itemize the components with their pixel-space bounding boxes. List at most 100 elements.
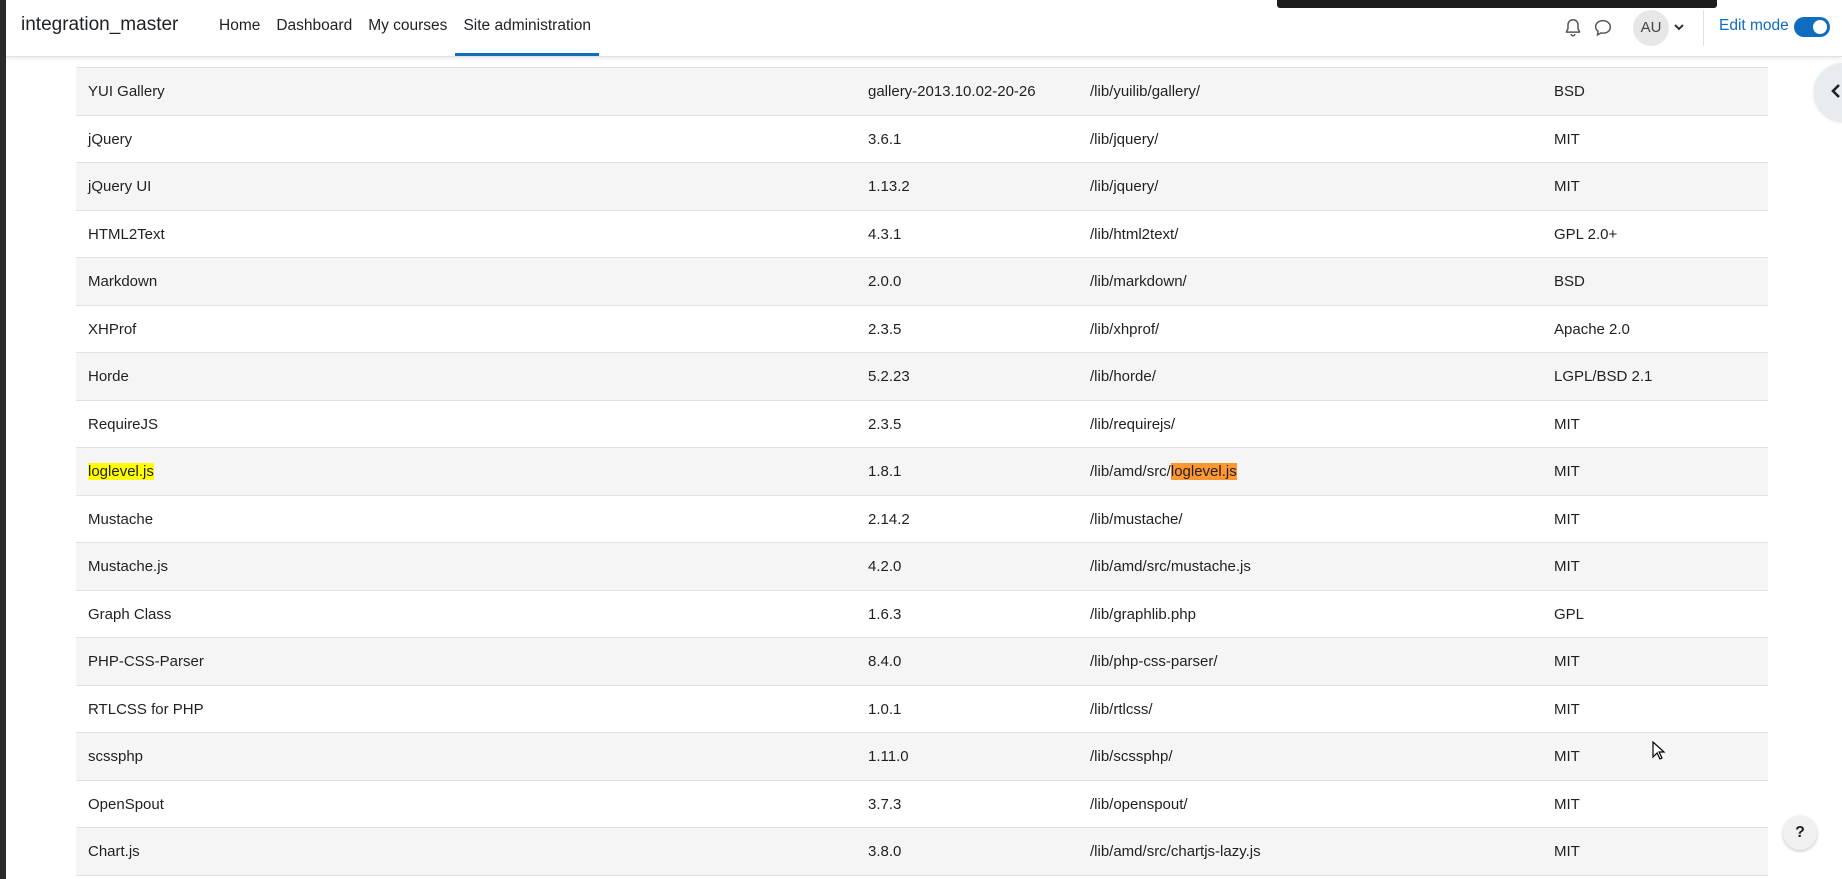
table-row: Markdown 2.0.0 /lib/markdown/ BSD	[76, 258, 1768, 306]
table-row: Mustache.js 4.2.0 /lib/amd/src/mustache.…	[76, 543, 1768, 591]
table-row: jQuery 3.6.1 /lib/jquery/ MIT	[76, 115, 1768, 163]
primary-navigation: Home Dashboard My courses Site administr…	[211, 0, 599, 56]
table-row: RTLCSS for PHP 1.0.1 /lib/rtlcss/ MIT	[76, 685, 1768, 733]
library-location: /lib/markdown/	[1090, 273, 1187, 290]
library-name: Markdown	[88, 273, 158, 290]
library-version: 2.3.5	[868, 320, 902, 338]
library-version: 4.2.0	[868, 558, 902, 575]
library-name: Chart.js	[88, 843, 140, 860]
open-block-drawer-button[interactable]	[1814, 63, 1842, 121]
library-version: 2.0.0	[868, 273, 902, 290]
library-version: 2.14.2	[868, 510, 910, 528]
toast-notification	[1277, 0, 1717, 8]
library-version: 5.2.23	[868, 368, 910, 385]
library-name: RTLCSS for PHP	[88, 700, 204, 718]
library-name: loglevel.js	[88, 448, 154, 495]
table-row: Horde 5.2.23 /lib/horde/ LGPL/BSD 2.1	[76, 353, 1768, 401]
edit-mode-label[interactable]: Edit mode	[1719, 17, 1789, 35]
library-license: MIT	[1554, 463, 1580, 480]
library-version: 1.0.1	[868, 700, 902, 718]
mouse-cursor-icon	[1652, 741, 1666, 760]
nav-dashboard[interactable]: Dashboard	[268, 0, 360, 56]
library-license: MIT	[1554, 653, 1580, 670]
table-row: OpenSpout 3.7.3 /lib/openspout/ MIT	[76, 780, 1768, 828]
chat-icon[interactable]	[1592, 17, 1614, 39]
edit-mode-toggle[interactable]	[1794, 17, 1830, 37]
table-row: HTML2Text 4.3.1 /lib/html2text/ GPL 2.0+	[76, 210, 1768, 258]
library-name: XHProf	[88, 320, 137, 338]
window-edge	[0, 0, 6, 879]
library-name: YUI Gallery	[88, 83, 165, 100]
library-license: MIT	[1554, 700, 1580, 718]
third-party-libraries-table: YUI Gallery gallery-2013.10.02-20-26 /li…	[76, 47, 1768, 876]
library-location: /lib/mustache/	[1090, 510, 1183, 528]
library-license: MIT	[1554, 795, 1580, 813]
library-license: MIT	[1554, 415, 1580, 433]
library-name: Graph Class	[88, 605, 172, 623]
chevron-left-icon	[1831, 84, 1840, 98]
table-row: scssphp 1.11.0 /lib/scssphp/ MIT	[76, 733, 1768, 781]
library-location: /lib/yuilib/gallery/	[1090, 83, 1201, 100]
library-location: /lib/html2text/	[1090, 225, 1179, 243]
library-name: Mustache	[88, 510, 154, 528]
library-location: /lib/rtlcss/	[1090, 700, 1153, 718]
search-highlight-current: loglevel.js	[1170, 463, 1237, 480]
table-row: PHP-CSS-Parser 8.4.0 /lib/php-css-parser…	[76, 638, 1768, 686]
library-location: /lib/amd/src/chartjs-lazy.js	[1090, 843, 1261, 860]
library-version: 3.7.3	[868, 795, 902, 813]
library-version: 1.8.1	[868, 463, 902, 480]
toggle-knob	[1813, 20, 1827, 34]
library-license: MIT	[1554, 843, 1580, 860]
library-name: HTML2Text	[88, 225, 165, 243]
library-location: /lib/jquery/	[1090, 178, 1159, 195]
library-location: /lib/requirejs/	[1090, 415, 1176, 433]
library-location: /lib/xhprof/	[1090, 320, 1160, 338]
library-location: /lib/php-css-parser/	[1090, 653, 1218, 670]
nav-home[interactable]: Home	[211, 0, 268, 56]
library-license: MIT	[1554, 558, 1580, 575]
table-row: jQuery UI 1.13.2 /lib/jquery/ MIT	[76, 163, 1768, 211]
library-license: MIT	[1554, 178, 1580, 195]
library-license: GPL 2.0+	[1554, 225, 1618, 243]
library-license: Apache 2.0	[1554, 320, 1630, 338]
table-row: RequireJS 2.3.5 /lib/requirejs/ MIT	[76, 400, 1768, 448]
library-name: Mustache.js	[88, 558, 169, 575]
library-name: jQuery UI	[88, 178, 152, 195]
library-license: BSD	[1554, 273, 1585, 290]
library-version: 3.8.0	[868, 843, 902, 860]
library-license: MIT	[1554, 510, 1580, 528]
library-version: 2.3.5	[868, 415, 902, 433]
library-version: 3.6.1	[868, 130, 902, 148]
library-location: /lib/openspout/	[1090, 795, 1188, 813]
location-prefix: /lib/amd/src/	[1090, 463, 1171, 480]
library-license: MIT	[1554, 748, 1580, 765]
library-version: 1.11.0	[868, 748, 909, 765]
library-license: BSD	[1554, 83, 1585, 100]
library-name: scssphp	[88, 748, 144, 765]
library-name: PHP-CSS-Parser	[88, 653, 204, 670]
help-button[interactable]: ?	[1783, 816, 1817, 850]
table-row: XHProf 2.3.5 /lib/xhprof/ Apache 2.0	[76, 305, 1768, 353]
table-row: Mustache 2.14.2 /lib/mustache/ MIT	[76, 495, 1768, 543]
library-location: /lib/amd/src/loglevel.js	[1090, 448, 1237, 495]
site-brand[interactable]: integration_master	[21, 14, 178, 36]
library-name: Horde	[88, 368, 129, 385]
library-version: gallery-2013.10.02-20-26	[868, 83, 1036, 100]
table-row: Graph Class 1.6.3 /lib/graphlib.php GPL	[76, 590, 1768, 638]
table-row-search-match: loglevel.js 1.8.1 /lib/amd/src/loglevel.…	[76, 448, 1768, 496]
nav-site-administration[interactable]: Site administration	[455, 0, 599, 56]
search-highlight: loglevel.js	[88, 463, 154, 480]
navbar-divider	[1703, 10, 1704, 46]
library-name: jQuery	[88, 130, 133, 148]
library-location: /lib/horde/	[1090, 368, 1156, 385]
library-version: 8.4.0	[868, 653, 902, 670]
table-row: YUI Gallery gallery-2013.10.02-20-26 /li…	[76, 68, 1768, 116]
library-version: 1.6.3	[868, 605, 902, 623]
library-name: RequireJS	[88, 415, 159, 433]
top-navbar: integration_master Home Dashboard My cou…	[6, 0, 1842, 57]
bell-icon[interactable]	[1562, 17, 1584, 39]
chevron-down-icon[interactable]	[1673, 21, 1685, 33]
library-location: /lib/jquery/	[1090, 130, 1159, 148]
nav-my-courses[interactable]: My courses	[360, 0, 455, 56]
user-avatar[interactable]: AU	[1633, 10, 1669, 46]
